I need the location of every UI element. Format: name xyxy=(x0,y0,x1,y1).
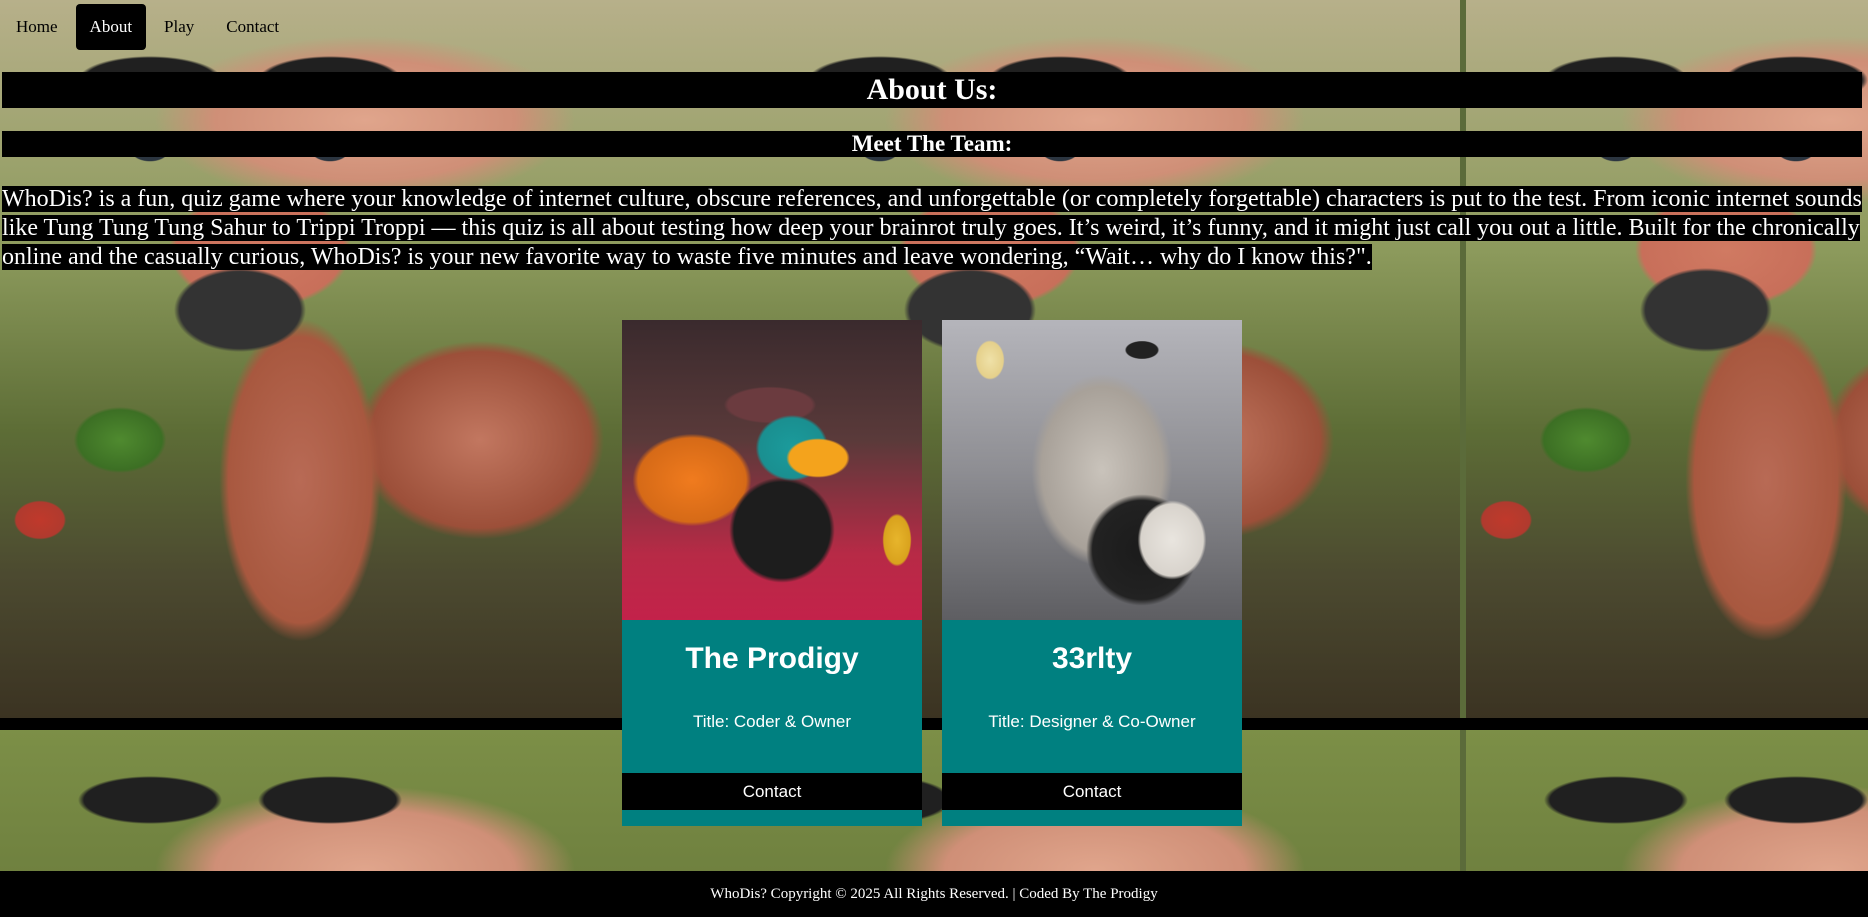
team-card-33rlty: 33rlty Title: Designer & Co-Owner Contac… xyxy=(942,320,1242,826)
team-member-title: Title: Designer & Co-Owner xyxy=(988,712,1196,731)
team-member-photo xyxy=(622,320,922,620)
footer: WhoDis? Copyright © 2025 All Rights Rese… xyxy=(0,871,1868,917)
page-title: About Us: xyxy=(2,72,1862,108)
about-description-text: WhoDis? is a fun, quiz game where your k… xyxy=(2,186,1862,270)
team-card-the-prodigy: The Prodigy Title: Coder & Owner Contact xyxy=(622,320,922,826)
team-member-name: The Prodigy xyxy=(685,642,859,675)
page-content: Home About Play Contact About Us: Meet T… xyxy=(0,0,1868,917)
team-member-photo xyxy=(942,320,1242,620)
nav-about-link[interactable]: About xyxy=(75,4,147,50)
contact-button[interactable]: Contact xyxy=(942,773,1242,810)
section-subtitle: Meet The Team: xyxy=(2,131,1862,157)
team-cards: The Prodigy Title: Coder & Owner Contact… xyxy=(622,320,1242,826)
team-member-name: 33rlty xyxy=(1051,642,1133,675)
nav-play-link[interactable]: Play xyxy=(150,4,208,50)
team-member-title: Title: Coder & Owner xyxy=(692,712,852,731)
footer-copyright: WhoDis? Copyright © 2025 All Rights Rese… xyxy=(710,886,1158,902)
nav-home-link[interactable]: Home xyxy=(2,4,72,50)
nav-contact-link[interactable]: Contact xyxy=(212,4,293,50)
contact-button[interactable]: Contact xyxy=(622,773,922,810)
about-description: WhoDis? is a fun, quiz game where your k… xyxy=(2,185,1862,272)
top-nav: Home About Play Contact xyxy=(2,4,293,50)
